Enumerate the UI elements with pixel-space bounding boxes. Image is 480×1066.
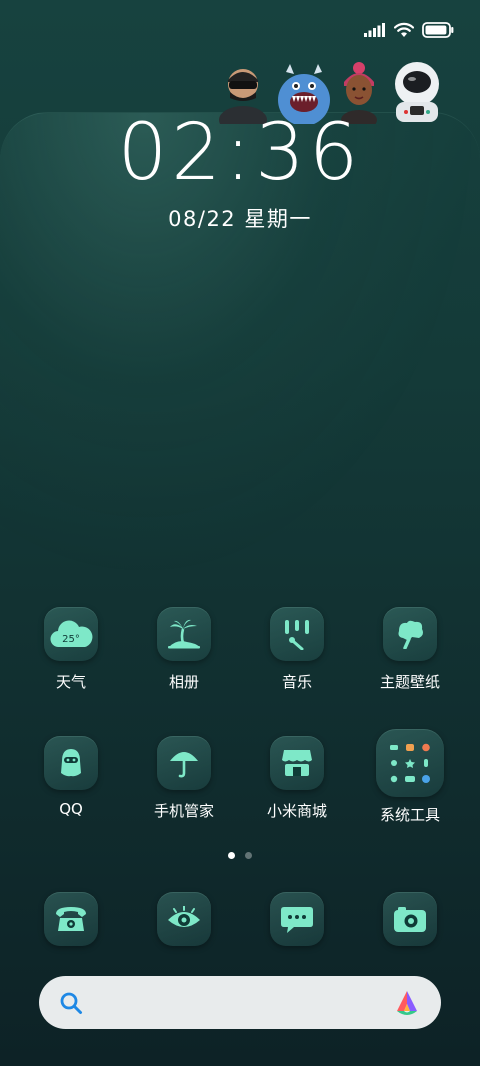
app-music[interactable]: 音乐 xyxy=(242,607,352,692)
palm-island-icon xyxy=(168,619,200,649)
weather-tile: 25° xyxy=(44,607,98,661)
app-security[interactable]: 手机管家 xyxy=(129,736,239,821)
music-bars-icon xyxy=(285,620,309,650)
eye-browser-icon xyxy=(168,906,200,927)
lock-clock: 02:36 xyxy=(117,108,363,198)
security-tile xyxy=(157,736,211,790)
search-bar[interactable] xyxy=(39,976,441,1029)
folder-system-tools[interactable]: 系统工具 xyxy=(355,729,465,825)
messages-tile xyxy=(270,892,324,946)
status-bar xyxy=(364,18,454,42)
music-tile xyxy=(270,607,324,661)
battery-icon xyxy=(422,22,454,38)
app-themes[interactable]: 主题壁纸 xyxy=(355,607,465,692)
wifi-icon xyxy=(394,22,414,37)
ai-assistant-icon[interactable] xyxy=(393,989,421,1017)
gallery-tile xyxy=(157,607,211,661)
search-icon[interactable] xyxy=(59,991,83,1015)
message-bubble-icon xyxy=(281,907,313,933)
browser-tile xyxy=(157,892,211,946)
dock-messages[interactable] xyxy=(242,892,352,946)
dock-camera[interactable] xyxy=(355,892,465,946)
app-label: 相册 xyxy=(168,673,199,691)
app-label: 手机管家 xyxy=(153,802,214,820)
page-dot-1[interactable] xyxy=(228,852,235,859)
store-icon xyxy=(282,750,312,776)
app-label: 小米商城 xyxy=(266,802,327,820)
store-tile xyxy=(270,736,324,790)
camera-tile xyxy=(383,892,437,946)
folder-grid-icon xyxy=(390,743,430,783)
folder-tile xyxy=(376,729,444,797)
app-gallery[interactable]: 相册 xyxy=(129,607,239,692)
qq-penguin-icon xyxy=(61,749,81,777)
app-label: 天气 xyxy=(55,673,86,691)
page-indicator xyxy=(0,852,480,859)
qq-tile xyxy=(44,736,98,790)
theme-brush-icon xyxy=(398,620,423,649)
app-mi-store[interactable]: 小米商城 xyxy=(242,736,352,821)
app-label: 系统工具 xyxy=(379,806,440,824)
phone-tile xyxy=(44,892,98,946)
phone-icon xyxy=(56,907,86,931)
dock-browser[interactable] xyxy=(129,892,239,946)
signal-bars-icon xyxy=(364,23,385,37)
lock-date: 08/22 星期一 xyxy=(168,207,312,231)
app-label: 音乐 xyxy=(281,673,312,691)
themes-tile xyxy=(383,607,437,661)
page-dot-2[interactable] xyxy=(245,852,252,859)
app-qq[interactable]: QQ xyxy=(16,736,126,818)
umbrella-icon xyxy=(170,752,198,778)
dock-phone[interactable] xyxy=(16,892,126,946)
app-weather[interactable]: 25° 天气 xyxy=(16,607,126,692)
app-label: QQ xyxy=(59,800,83,818)
weather-temp: 25° xyxy=(62,634,80,645)
weather-cloud-icon: 25° xyxy=(50,620,93,648)
camera-icon xyxy=(394,907,426,932)
app-label: 主题壁纸 xyxy=(379,673,440,691)
